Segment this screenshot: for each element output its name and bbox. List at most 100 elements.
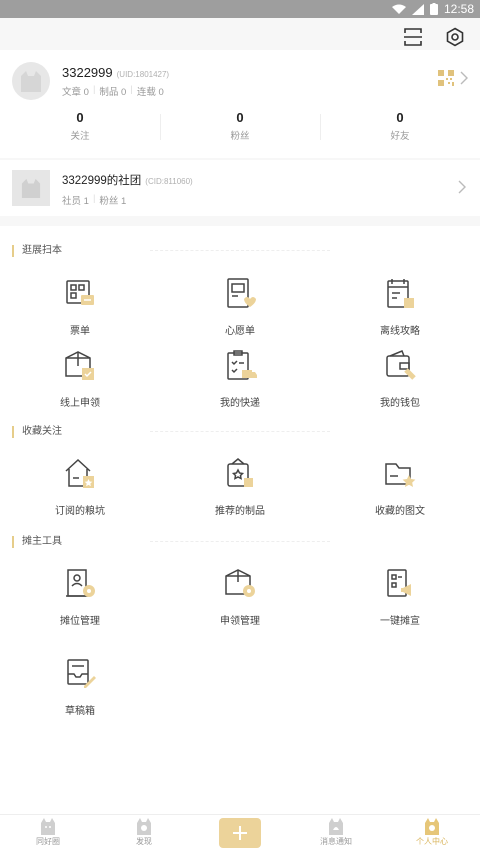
scan-icon bbox=[404, 28, 422, 46]
chevron-right-icon bbox=[460, 71, 468, 85]
menu-drafts[interactable]: 草稿箱 bbox=[20, 656, 140, 717]
menu-wishlist-label: 心愿单 bbox=[225, 326, 255, 337]
tab-create[interactable] bbox=[192, 815, 288, 850]
tab-community[interactable]: 同好圈 bbox=[0, 815, 96, 850]
menu-drafts-label: 草稿箱 bbox=[65, 706, 95, 717]
menu-subscribed-label: 订阅的粮坑 bbox=[55, 506, 105, 517]
follow-stats: 0 关注 0 粉丝 0 好友 bbox=[0, 110, 480, 146]
tab-profile-label: 个人中心 bbox=[416, 837, 448, 846]
online-claim-icon bbox=[65, 351, 94, 380]
menu-booth-management-label: 摊位管理 bbox=[60, 616, 100, 627]
section-title-tools: 摊主工具 bbox=[12, 536, 62, 548]
scan-button[interactable] bbox=[400, 24, 426, 50]
club-card[interactable]: 3322999的社团 (CID:811060) 社员 1 | 粉丝 1 bbox=[0, 160, 480, 216]
menu-wallet-label: 我的钱包 bbox=[380, 398, 420, 409]
menu-ticket-label: 票单 bbox=[70, 326, 90, 337]
profile-icon bbox=[425, 818, 439, 835]
claim-management-icon bbox=[225, 569, 255, 597]
qr-code-button[interactable] bbox=[438, 70, 468, 86]
settings-icon bbox=[446, 27, 464, 47]
plus-icon bbox=[233, 826, 247, 840]
menu-claim-management[interactable]: 申领管理 bbox=[180, 566, 300, 627]
menu-subscribed[interactable]: 订阅的粮坑 bbox=[20, 456, 140, 517]
fans-stat[interactable]: 0 粉丝 bbox=[160, 110, 320, 146]
qr-code-icon bbox=[438, 70, 454, 86]
tab-discover-label: 发现 bbox=[136, 837, 152, 846]
menu-recommended-label: 推荐的制品 bbox=[215, 506, 265, 517]
tab-community-label: 同好圈 bbox=[36, 837, 60, 846]
status-time: 12:58 bbox=[443, 2, 474, 16]
menu-ticket[interactable]: 票单 bbox=[20, 276, 140, 337]
profile-products: 制品 0 bbox=[99, 87, 127, 98]
avatar[interactable] bbox=[12, 62, 50, 100]
menu-wallet[interactable]: 我的钱包 bbox=[340, 348, 460, 409]
tab-notifications[interactable]: 消息通知 bbox=[288, 815, 384, 850]
status-bar: 12:58 bbox=[0, 0, 480, 18]
divider: | bbox=[92, 193, 96, 204]
friends-stat[interactable]: 0 好友 bbox=[320, 110, 480, 146]
menu-favorite-posts-label: 收藏的图文 bbox=[375, 506, 425, 517]
menu-delivery-label: 我的快递 bbox=[220, 398, 260, 409]
friends-count: 0 bbox=[396, 110, 404, 125]
fans-label: 粉丝 bbox=[230, 131, 250, 142]
chevron-right-icon bbox=[458, 180, 466, 194]
menu-delivery[interactable]: 我的快递 bbox=[180, 348, 300, 409]
following-stat[interactable]: 0 关注 bbox=[0, 110, 160, 146]
offline-guide-icon bbox=[387, 279, 414, 308]
bottom-tab-bar: 同好圈 发现 消息通知 个人中心 bbox=[0, 814, 480, 850]
section-title-favorites: 收藏关注 bbox=[12, 426, 62, 438]
menu-claim-management-label: 申领管理 bbox=[220, 616, 260, 627]
following-count: 0 bbox=[76, 110, 84, 125]
tab-discover[interactable]: 发现 bbox=[96, 815, 192, 850]
tab-profile[interactable]: 个人中心 bbox=[384, 815, 480, 850]
club-name-row: 3322999的社团 (CID:811060) bbox=[62, 172, 193, 188]
section-title-expo: 逛展扫本 bbox=[12, 245, 62, 257]
menu-booth-management[interactable]: 摊位管理 bbox=[20, 566, 140, 627]
menu-promote-label: 一键摊宣 bbox=[380, 616, 420, 627]
menu-offline-guide-label: 离线攻略 bbox=[380, 326, 420, 337]
battery-icon bbox=[429, 3, 438, 15]
friends-label: 好友 bbox=[390, 131, 410, 142]
default-club-icon bbox=[21, 178, 41, 198]
profile-stats: 文章 0 | 制品 0 | 连载 0 bbox=[62, 84, 164, 98]
club-name: 3322999的社团 bbox=[62, 175, 142, 187]
settings-button[interactable] bbox=[442, 24, 468, 50]
notifications-icon bbox=[329, 818, 343, 835]
club-stats: 社员 1 | 粉丝 1 bbox=[62, 193, 126, 207]
wallet-icon bbox=[386, 350, 416, 380]
following-label: 关注 bbox=[70, 131, 90, 142]
menu-promote[interactable]: 一键摊宣 bbox=[340, 566, 460, 627]
menu-wishlist[interactable]: 心愿单 bbox=[180, 276, 300, 337]
menu-offline-guide[interactable]: 离线攻略 bbox=[340, 276, 460, 337]
create-button[interactable] bbox=[219, 818, 261, 848]
recommended-icon bbox=[227, 458, 253, 487]
section-divider bbox=[150, 541, 330, 542]
default-avatar-icon bbox=[21, 71, 41, 92]
section-divider bbox=[150, 431, 330, 432]
profile-serials: 连载 0 bbox=[136, 87, 164, 98]
menu-favorite-posts[interactable]: 收藏的图文 bbox=[340, 456, 460, 517]
discover-icon bbox=[137, 818, 151, 835]
wishlist-icon bbox=[227, 278, 256, 308]
menu-panel: 逛展扫本 票单 心愿单 离线攻略 线上申领 我的快递 我的钱包 收藏关注 订阅的… bbox=[0, 226, 480, 814]
community-icon bbox=[41, 818, 55, 835]
wifi-icon bbox=[391, 4, 406, 14]
signal-icon bbox=[411, 3, 424, 15]
profile-uid: (UID:1801427) bbox=[116, 70, 170, 79]
tab-notifications-label: 消息通知 bbox=[320, 837, 352, 846]
profile-name: 3322999 bbox=[62, 65, 113, 80]
drafts-icon bbox=[67, 659, 96, 688]
divider: | bbox=[92, 84, 96, 95]
menu-recommended[interactable]: 推荐的制品 bbox=[180, 456, 300, 517]
section-divider bbox=[150, 250, 330, 251]
profile-card[interactable]: 3322999 (UID:1801427) 文章 0 | 制品 0 | 连载 0 … bbox=[0, 50, 480, 158]
favorite-posts-icon bbox=[385, 463, 416, 487]
divider: | bbox=[130, 84, 133, 95]
menu-online-claim[interactable]: 线上申领 bbox=[20, 348, 140, 409]
club-avatar bbox=[12, 170, 50, 206]
club-cid: (CID:811060) bbox=[145, 177, 193, 186]
menu-online-claim-label: 线上申领 bbox=[60, 398, 100, 409]
subscribed-icon bbox=[65, 458, 94, 488]
profile-articles: 文章 0 bbox=[62, 87, 89, 98]
top-actions bbox=[400, 24, 468, 50]
